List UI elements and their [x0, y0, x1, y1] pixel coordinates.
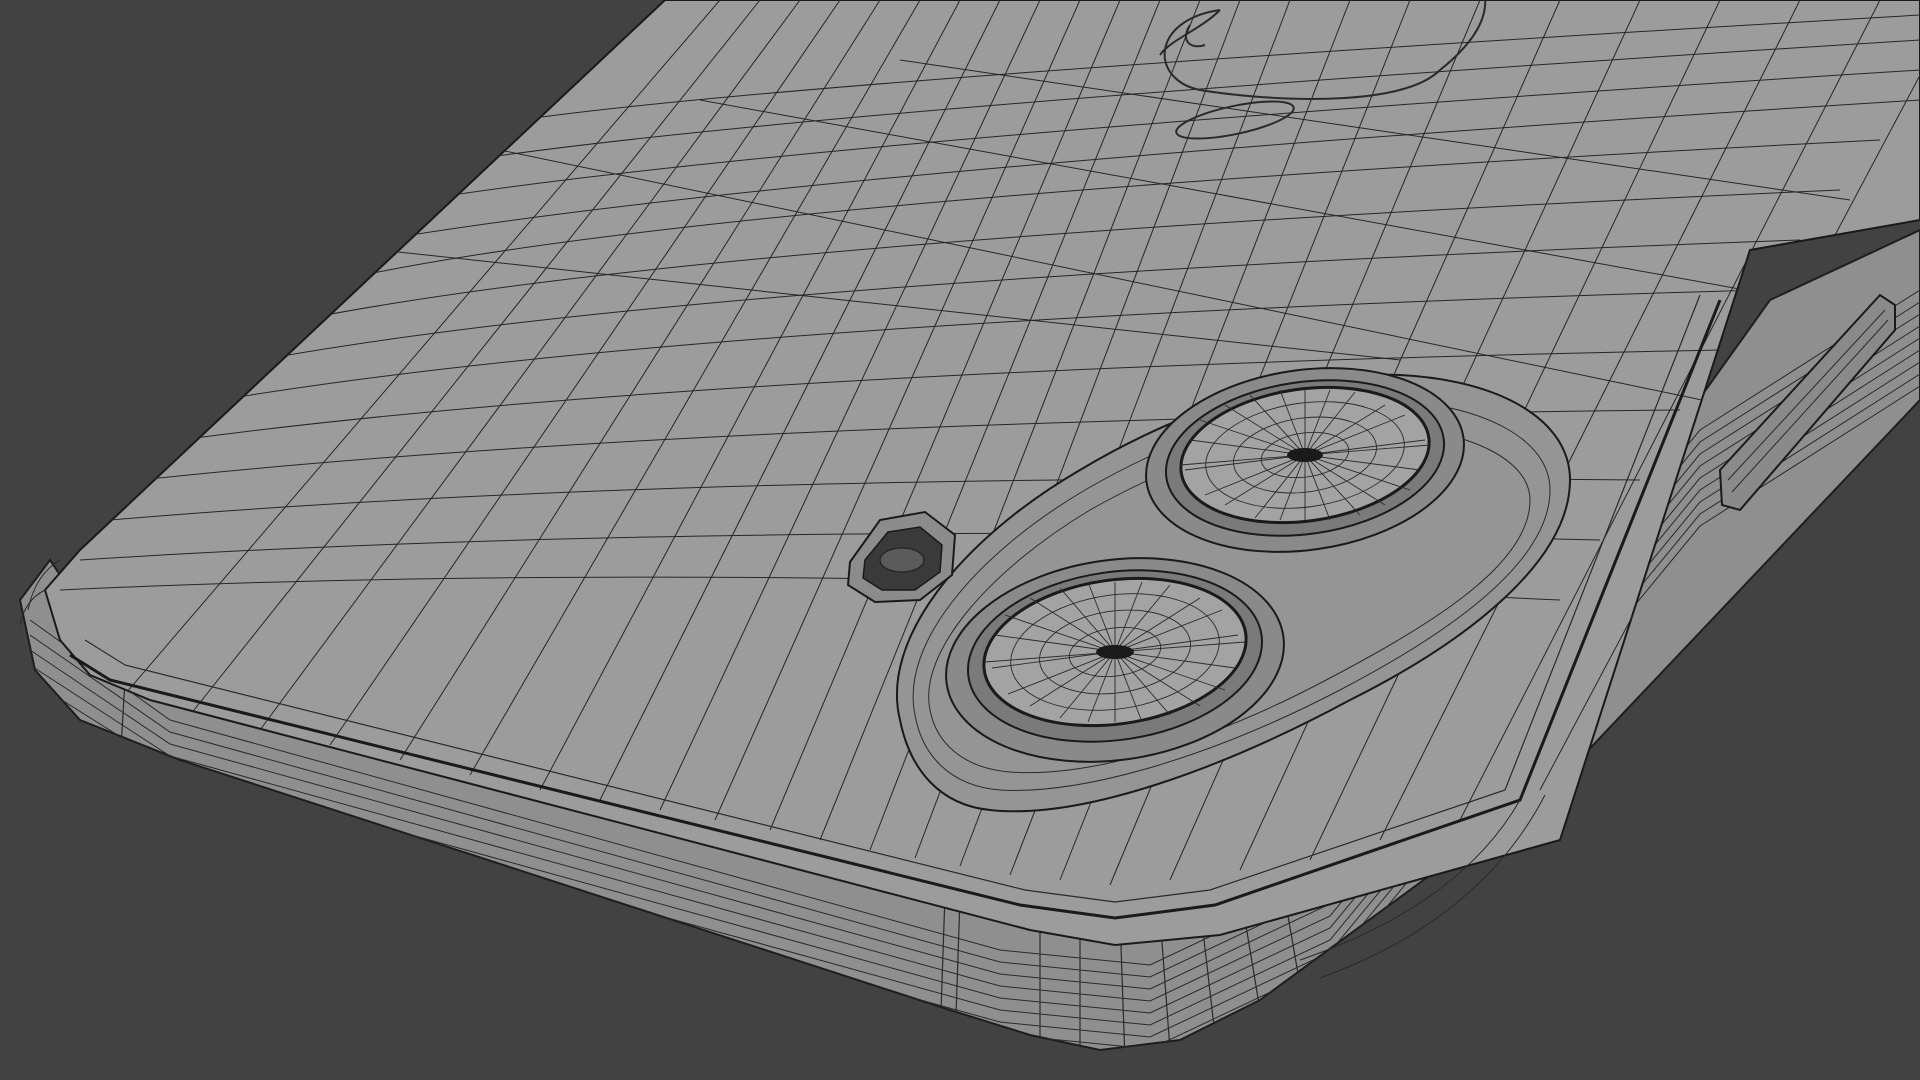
wireframe-render[interactable]: [0, 0, 1920, 1080]
3d-viewport[interactable]: [0, 0, 1920, 1080]
